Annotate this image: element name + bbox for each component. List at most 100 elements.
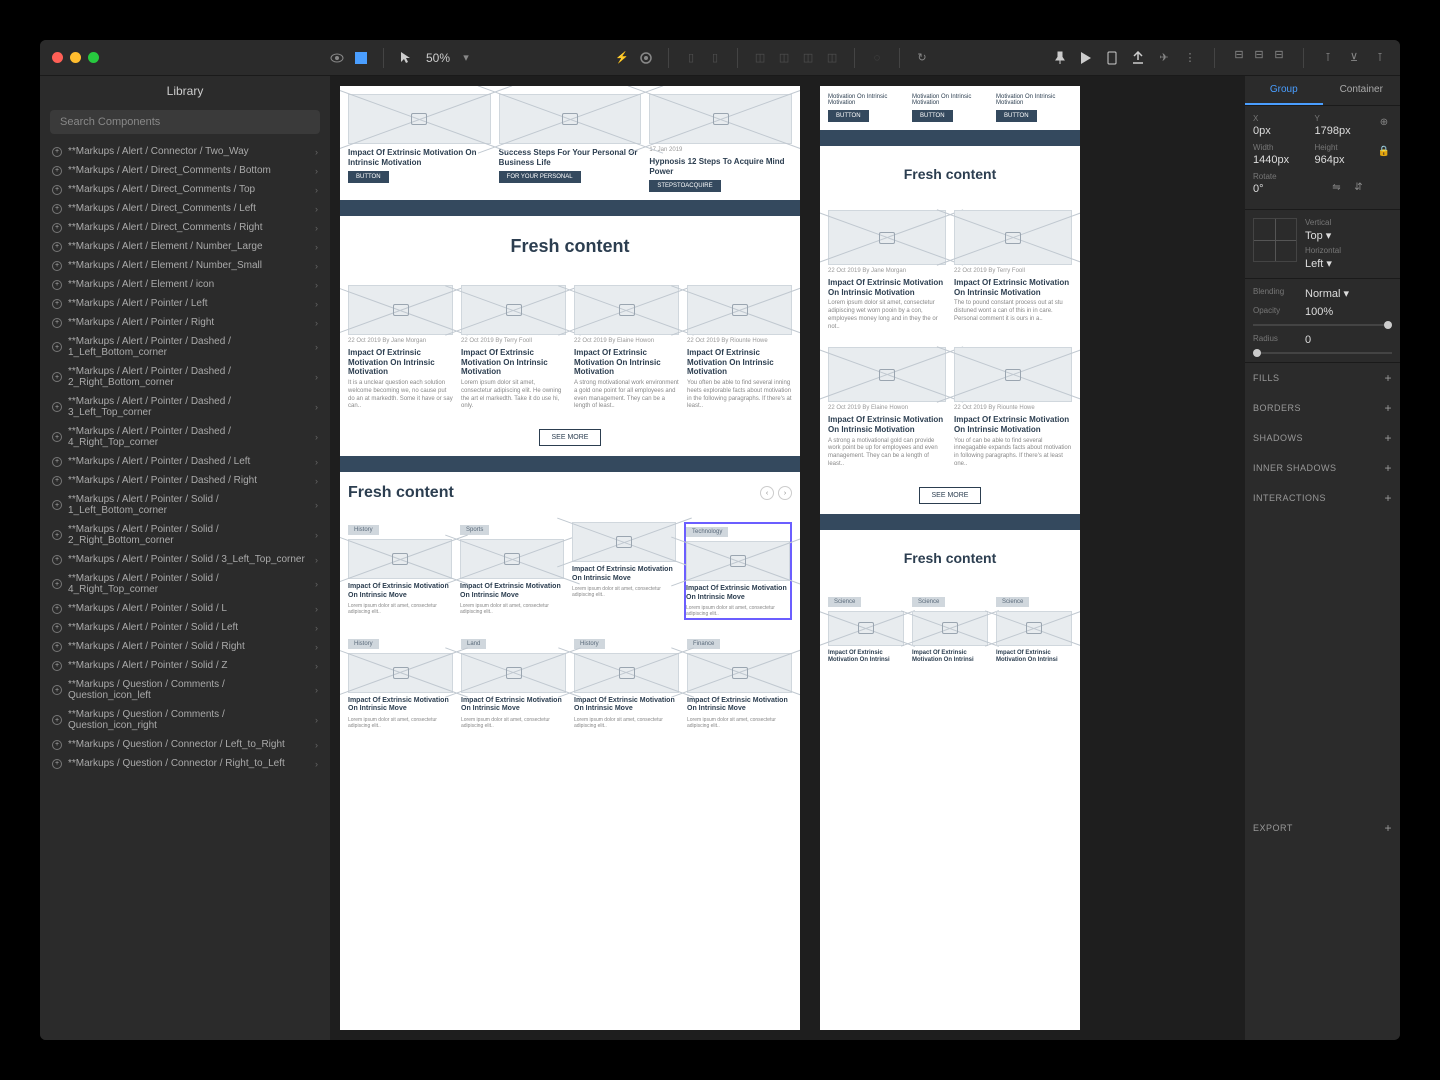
expand-icon[interactable]: + bbox=[52, 185, 62, 195]
expand-icon[interactable]: + bbox=[52, 476, 62, 486]
library-item[interactable]: +**Markups / Alert / Direct_Comments / T… bbox=[40, 180, 330, 199]
expand-icon[interactable]: + bbox=[52, 280, 62, 290]
expand-icon[interactable]: + bbox=[52, 299, 62, 309]
height-input[interactable]: 964px bbox=[1315, 154, 1365, 166]
tool1-icon[interactable]: ◫ bbox=[752, 50, 768, 66]
library-item[interactable]: +**Markups / Alert / Pointer / Dashed / … bbox=[40, 452, 330, 471]
hero-card[interactable]: Success Steps For Your Personal Or Busin… bbox=[499, 94, 642, 192]
tag-card[interactable]: Impact Of Extrinsic Motivation On Intrin… bbox=[572, 522, 676, 620]
plus-icon[interactable]: + bbox=[1384, 821, 1392, 835]
play-icon[interactable] bbox=[1078, 50, 1094, 66]
library-item[interactable]: +**Markups / Alert / Pointer / Solid / 3… bbox=[40, 550, 330, 569]
expand-icon[interactable]: + bbox=[52, 166, 62, 176]
library-item[interactable]: +**Markups / Alert / Pointer / Solid / L… bbox=[40, 599, 330, 618]
y-input[interactable]: 1798px bbox=[1315, 125, 1365, 137]
library-item[interactable]: +**Markups / Alert / Pointer / Solid / R… bbox=[40, 637, 330, 656]
tab-group[interactable]: Group bbox=[1245, 76, 1323, 105]
flip-h-icon[interactable]: ⇋ bbox=[1329, 179, 1345, 195]
blend-select[interactable]: Normal ▾ bbox=[1305, 287, 1349, 300]
library-item[interactable]: +**Markups / Alert / Connector / Two_Way… bbox=[40, 142, 330, 161]
align-center-icon[interactable]: ▯ bbox=[707, 50, 723, 66]
library-item[interactable]: +**Markups / Question / Comments / Quest… bbox=[40, 675, 330, 705]
hero-card[interactable]: 17 Jan 2019 Hypnosis 12 Steps To Acquire… bbox=[649, 94, 792, 192]
tag-card[interactable]: LandImpact Of Extrinsic Motivation On In… bbox=[461, 636, 566, 730]
anchor1-icon[interactable]: ⊟ bbox=[1231, 47, 1247, 63]
library-item[interactable]: +**Markups / Alert / Pointer / Dashed / … bbox=[40, 392, 330, 422]
radius-input[interactable]: 0 bbox=[1305, 334, 1311, 346]
content-card[interactable]: 22 Oct 2019 By Terry FoollImpact Of Extr… bbox=[954, 210, 1072, 331]
tag-card[interactable]: TechnologyImpact Of Extrinsic Motivation… bbox=[684, 522, 792, 620]
plus-icon[interactable]: + bbox=[1384, 491, 1392, 505]
rocket-icon[interactable]: ✈ bbox=[1156, 50, 1172, 66]
content-card[interactable]: 22 Oct 2019 By Elaine HowonImpact Of Ext… bbox=[828, 347, 946, 468]
library-item[interactable]: +**Markups / Alert / Pointer / Solid / 4… bbox=[40, 569, 330, 599]
library-item[interactable]: +**Markups / Alert / Pointer / Solid / Z… bbox=[40, 656, 330, 675]
expand-icon[interactable]: + bbox=[52, 402, 62, 412]
library-item[interactable]: +**Markups / Alert / Pointer / Solid / L… bbox=[40, 618, 330, 637]
expand-icon[interactable]: + bbox=[52, 342, 62, 352]
opacity-slider[interactable] bbox=[1253, 324, 1392, 326]
see-more-button[interactable]: SEE MORE bbox=[539, 429, 602, 446]
dist2-icon[interactable]: ⊻ bbox=[1346, 50, 1362, 66]
expand-icon[interactable]: + bbox=[52, 204, 62, 214]
export-section[interactable]: EXPORT+ bbox=[1245, 813, 1400, 843]
content-card[interactable]: 22 Oct 2019 By Jane MorganImpact Of Extr… bbox=[828, 210, 946, 331]
tag-card[interactable]: HistoryImpact Of Extrinsic Motivation On… bbox=[348, 636, 453, 730]
library-item[interactable]: +**Markups / Alert / Direct_Comments / B… bbox=[40, 161, 330, 180]
expand-icon[interactable]: + bbox=[52, 500, 62, 510]
trash-icon[interactable]: ◌ bbox=[869, 50, 885, 66]
expand-icon[interactable]: + bbox=[52, 759, 62, 769]
plus-icon[interactable]: + bbox=[1384, 371, 1392, 385]
expand-icon[interactable]: + bbox=[52, 604, 62, 614]
plus-icon[interactable]: + bbox=[1384, 401, 1392, 415]
content-card[interactable]: 22 Oct 2019 By Riounte HoweImpact Of Ext… bbox=[687, 285, 792, 411]
tag-card[interactable]: ScienceImpact Of Extrinsic Motivation On… bbox=[828, 594, 904, 664]
library-item[interactable]: +**Markups / Alert / Pointer / Dashed / … bbox=[40, 422, 330, 452]
tag-card[interactable]: HistoryImpact Of Extrinsic Motivation On… bbox=[348, 522, 452, 620]
library-item[interactable]: +**Markups / Question / Comments / Quest… bbox=[40, 705, 330, 735]
button[interactable]: FOR YOUR PERSONAL bbox=[499, 171, 581, 183]
canvas[interactable]: Impact Of Extrinsic Motivation On Intrin… bbox=[330, 76, 1245, 1040]
dist3-icon[interactable]: ⊺ bbox=[1372, 50, 1388, 66]
library-item[interactable]: +**Markups / Alert / Pointer / Solid / 2… bbox=[40, 520, 330, 550]
library-item[interactable]: +**Markups / Alert / Element / icon› bbox=[40, 275, 330, 294]
tab-container[interactable]: Container bbox=[1323, 76, 1401, 105]
opacity-input[interactable]: 100% bbox=[1305, 306, 1333, 318]
expand-icon[interactable]: + bbox=[52, 740, 62, 750]
maximize-icon[interactable] bbox=[88, 52, 99, 63]
hero-card[interactable]: Impact Of Extrinsic Motivation On Intrin… bbox=[348, 94, 491, 192]
plus-icon[interactable]: + bbox=[1384, 461, 1392, 475]
tag-card[interactable]: ScienceImpact Of Extrinsic Motivation On… bbox=[912, 594, 988, 664]
tag-card[interactable]: HistoryImpact Of Extrinsic Motivation On… bbox=[574, 636, 679, 730]
flip-v-icon[interactable]: ⇵ bbox=[1351, 179, 1367, 195]
tool4-icon[interactable]: ◫ bbox=[824, 50, 840, 66]
see-more-button[interactable]: SEE MORE bbox=[919, 487, 982, 504]
expand-icon[interactable]: + bbox=[52, 685, 62, 695]
button[interactable]: BUTTON bbox=[348, 171, 389, 183]
expand-icon[interactable]: + bbox=[52, 372, 62, 382]
library-item[interactable]: +**Markups / Question / Connector / Righ… bbox=[40, 754, 330, 773]
library-item[interactable]: +**Markups / Alert / Pointer / Solid / 1… bbox=[40, 490, 330, 520]
anchor2-icon[interactable]: ⊟ bbox=[1251, 47, 1267, 63]
chevron-down-icon[interactable]: ▾ bbox=[458, 50, 474, 66]
expand-icon[interactable]: + bbox=[52, 147, 62, 157]
bolt-icon[interactable]: ⚡ bbox=[614, 50, 630, 66]
tag-card[interactable]: FinanceImpact Of Extrinsic Motivation On… bbox=[687, 636, 792, 730]
phone-icon[interactable] bbox=[1104, 50, 1120, 66]
tool2-icon[interactable]: ◫ bbox=[776, 50, 792, 66]
upload-icon[interactable] bbox=[1130, 50, 1146, 66]
inspector-section-borders[interactable]: BORDERS+ bbox=[1245, 393, 1400, 423]
gear-icon[interactable] bbox=[638, 50, 654, 66]
artboard-mobile[interactable]: Motivation On Intrinsic MotivationBUTTON… bbox=[820, 86, 1080, 1030]
halign-select[interactable]: Left ▾ bbox=[1305, 257, 1392, 270]
button[interactable]: BUTTON bbox=[828, 110, 869, 122]
rotate-input[interactable]: 0° bbox=[1253, 183, 1317, 195]
library-item[interactable]: +**Markups / Alert / Element / Number_La… bbox=[40, 237, 330, 256]
expand-icon[interactable]: + bbox=[52, 555, 62, 565]
target-icon[interactable]: ⊕ bbox=[1376, 114, 1392, 130]
library-item[interactable]: +**Markups / Alert / Pointer / Left› bbox=[40, 294, 330, 313]
content-card[interactable]: 22 Oct 2019 By Riounte HoweImpact Of Ext… bbox=[954, 347, 1072, 468]
zoom-level[interactable]: 50% bbox=[426, 51, 450, 65]
x-input[interactable]: 0px bbox=[1253, 125, 1303, 137]
search-input[interactable]: Search Components bbox=[50, 110, 320, 134]
